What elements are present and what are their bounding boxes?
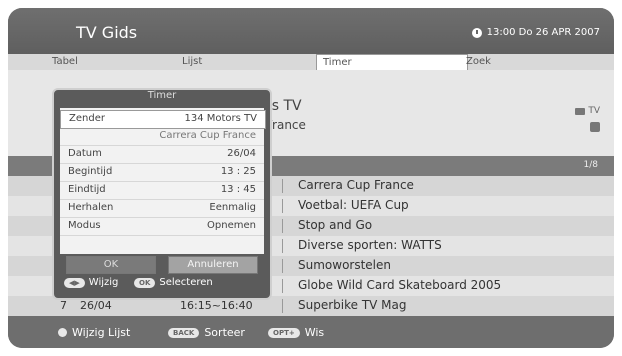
opt-key-icon: OPT+ <box>268 327 300 338</box>
back-key-icon: BACK <box>168 327 200 338</box>
column-divider <box>282 179 283 193</box>
dialog-footer: ◀▶ Wijzig OK Selecteren <box>58 276 268 292</box>
column-divider <box>282 279 283 293</box>
tab-zoek[interactable]: Zoek <box>466 55 491 69</box>
dialog-title: Timer <box>147 90 177 101</box>
color-key-icon <box>58 328 67 337</box>
column-divider <box>282 259 283 273</box>
field-programma: Carrera Cup France <box>60 128 264 146</box>
timer-form: Zender 134 Motors TV Carrera Cup France … <box>60 108 266 254</box>
column-divider <box>282 199 283 213</box>
footer-wijzig[interactable]: ◀▶ Wijzig <box>64 277 118 288</box>
field-zender[interactable]: Zender 134 Motors TV <box>60 110 266 129</box>
column-divider <box>282 239 283 253</box>
tab-lijst[interactable]: Lijst <box>182 55 202 69</box>
tv-label: TV <box>588 106 600 116</box>
page-title: TV Gids <box>76 23 138 42</box>
field-herhalen[interactable]: Herhalen Eenmalig <box>60 200 264 218</box>
field-begintijd[interactable]: Begintijd 13 : 25 <box>60 164 264 182</box>
field-eindtijd[interactable]: Eindtijd 13 : 45 <box>60 182 264 200</box>
header-bar: TV Gids 13:00 Do 26 APR 2007 <box>8 8 614 54</box>
page-indicator: 1/8 <box>583 160 598 170</box>
left-right-arrows-icon: ◀▶ <box>64 277 85 288</box>
column-divider <box>282 299 283 313</box>
ok-button[interactable]: OK <box>66 256 156 274</box>
timer-mini-icon <box>590 122 600 132</box>
tab-timer[interactable]: Timer <box>316 54 468 71</box>
footer-wis[interactable]: OPT+ Wis <box>268 326 324 339</box>
field-modus[interactable]: Modus Opnemen <box>60 218 264 236</box>
field-datum[interactable]: Datum 26/04 <box>60 146 264 164</box>
column-divider <box>282 219 283 233</box>
tab-tabel[interactable]: Tabel <box>52 55 78 69</box>
footer-selecteren[interactable]: OK Selecteren <box>134 277 213 288</box>
tv-indicator: TV <box>575 106 600 116</box>
footer-bar: Wijzig Lijst BACK Sorteer OPT+ Wis <box>8 316 614 348</box>
clock: 13:00 Do 26 APR 2007 <box>471 27 600 38</box>
tv-guide-screen: TV Gids 13:00 Do 26 APR 2007 Tabel Lijst… <box>8 8 614 348</box>
clock-icon <box>471 27 482 38</box>
cancel-button[interactable]: Annuleren <box>168 256 258 274</box>
footer-sorteer[interactable]: BACK Sorteer <box>168 326 245 339</box>
tv-icon <box>575 107 586 115</box>
clock-text: 13:00 Do 26 APR 2007 <box>486 27 600 38</box>
tab-bar: Tabel Lijst Timer Zoek <box>8 54 614 71</box>
ok-key-icon: OK <box>134 277 156 288</box>
timer-dialog: Timer Zender 134 Motors TV Carrera Cup F… <box>52 88 272 300</box>
footer-wijzig-lijst[interactable]: Wijzig Lijst <box>58 326 130 339</box>
